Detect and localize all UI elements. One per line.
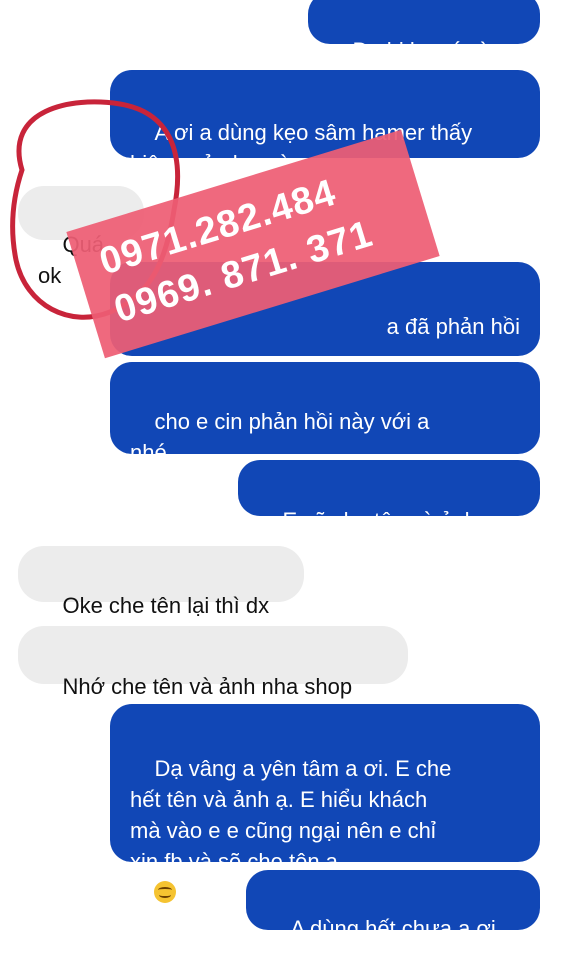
message-text: A dùng hết chưa a ơi <box>290 916 496 941</box>
annotation-circle <box>10 99 181 320</box>
